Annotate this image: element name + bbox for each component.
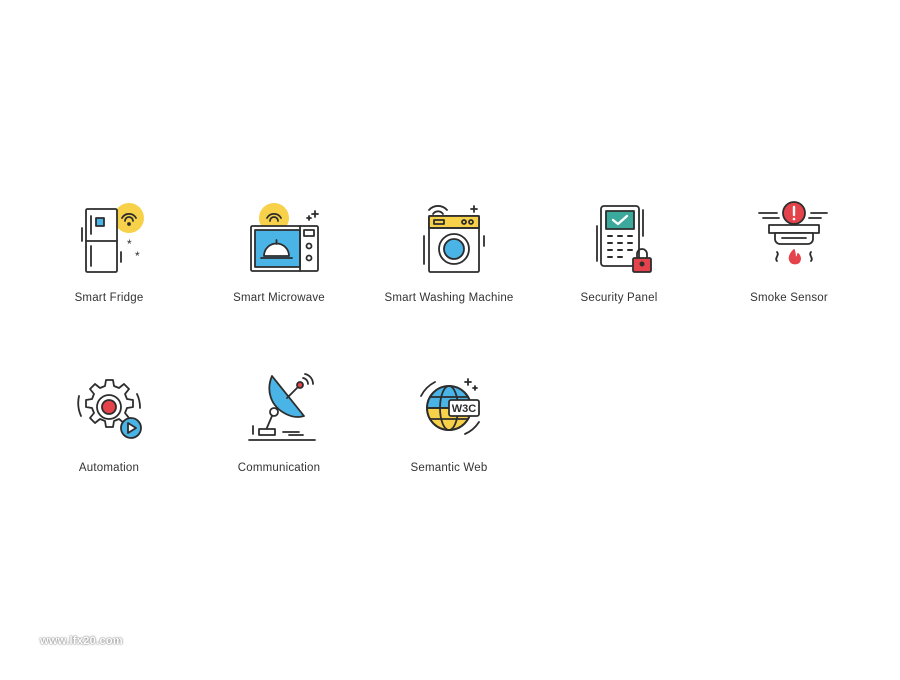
icon-label: Smoke Sensor xyxy=(750,292,828,304)
icon-item-security-panel: Security Panel xyxy=(534,196,704,316)
icon-item-smoke-sensor: Smoke Sensor xyxy=(704,196,874,316)
icon-label: Automation xyxy=(78,462,140,474)
smoke-sensor-icon xyxy=(749,196,829,276)
icon-label: Smart Microwave xyxy=(233,292,325,304)
icon-item-smart-fridge: * * Smart Fridge xyxy=(24,196,194,316)
security-panel-icon xyxy=(579,196,659,276)
icon-item-communication: Communication xyxy=(194,366,364,486)
watermark: www.lfx20.com xyxy=(40,635,123,647)
w3c-logo-text: W3C xyxy=(452,403,477,415)
icon-label: Communication xyxy=(237,462,321,474)
icon-item-smart-washing-machine: Smart Washing Machine xyxy=(364,196,534,316)
smart-washing-machine-icon xyxy=(409,196,489,276)
icon-label: Semantic Web xyxy=(410,462,488,474)
icon-item-semantic-web: W3C Semantic Web xyxy=(364,366,534,486)
icon-item-automation: Automation xyxy=(24,366,194,486)
communication-icon xyxy=(239,366,319,446)
svg-text:*: * xyxy=(127,237,132,251)
icon-label: Smart Fridge xyxy=(74,292,144,304)
svg-text:*: * xyxy=(135,249,140,263)
smart-fridge-icon: * * xyxy=(69,196,149,276)
icon-label: Security Panel xyxy=(580,292,658,304)
semantic-web-icon: W3C xyxy=(409,366,489,446)
icon-item-smart-microwave: Smart Microwave xyxy=(194,196,364,316)
smart-microwave-icon xyxy=(239,196,319,276)
icon-label: Smart Washing Machine xyxy=(384,292,514,304)
automation-icon xyxy=(69,366,149,446)
